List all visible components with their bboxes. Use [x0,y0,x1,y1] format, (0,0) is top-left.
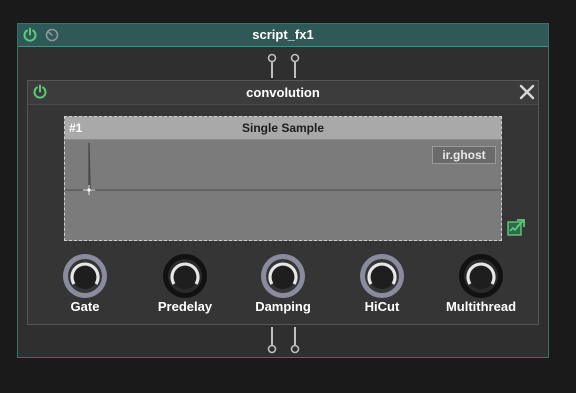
module-header: script_fx1 [18,24,548,47]
knob-label: HiCut [364,299,400,314]
export-icon[interactable] [507,219,525,242]
hicut-knob[interactable]: HiCut [337,253,427,314]
convolution-title: convolution [246,85,320,100]
input-connector-left[interactable] [266,52,278,83]
module-title: script_fx1 [252,27,314,42]
sample-display[interactable]: #1 Single Sample ir.ghost [64,116,502,241]
knob-label: Multithread [445,299,517,314]
sample-header: #1 Single Sample [65,117,501,140]
output-connector-right[interactable] [289,327,301,360]
predelay-knob[interactable]: Predelay [140,253,230,314]
input-connector-right[interactable] [289,52,301,83]
knob-label: Gate [70,299,100,314]
knob-dial[interactable] [457,253,505,299]
convolution-header: convolution [28,81,538,105]
ir-name-button[interactable]: ir.ghost [432,146,496,164]
close-icon[interactable] [519,84,535,105]
output-connector-left[interactable] [266,327,278,360]
knob-dial[interactable] [161,253,209,299]
multithread-knob[interactable]: Multithread [436,253,526,314]
knob-dial[interactable] [259,253,307,299]
knob-dial[interactable] [358,253,406,299]
damping-knob[interactable]: Damping [238,253,328,314]
knob-label: Damping [255,299,311,314]
gate-knob[interactable]: Gate [40,253,130,314]
knob-dial[interactable] [61,253,109,299]
sample-mode: Single Sample [241,121,325,135]
knob-label: Predelay [157,299,213,314]
